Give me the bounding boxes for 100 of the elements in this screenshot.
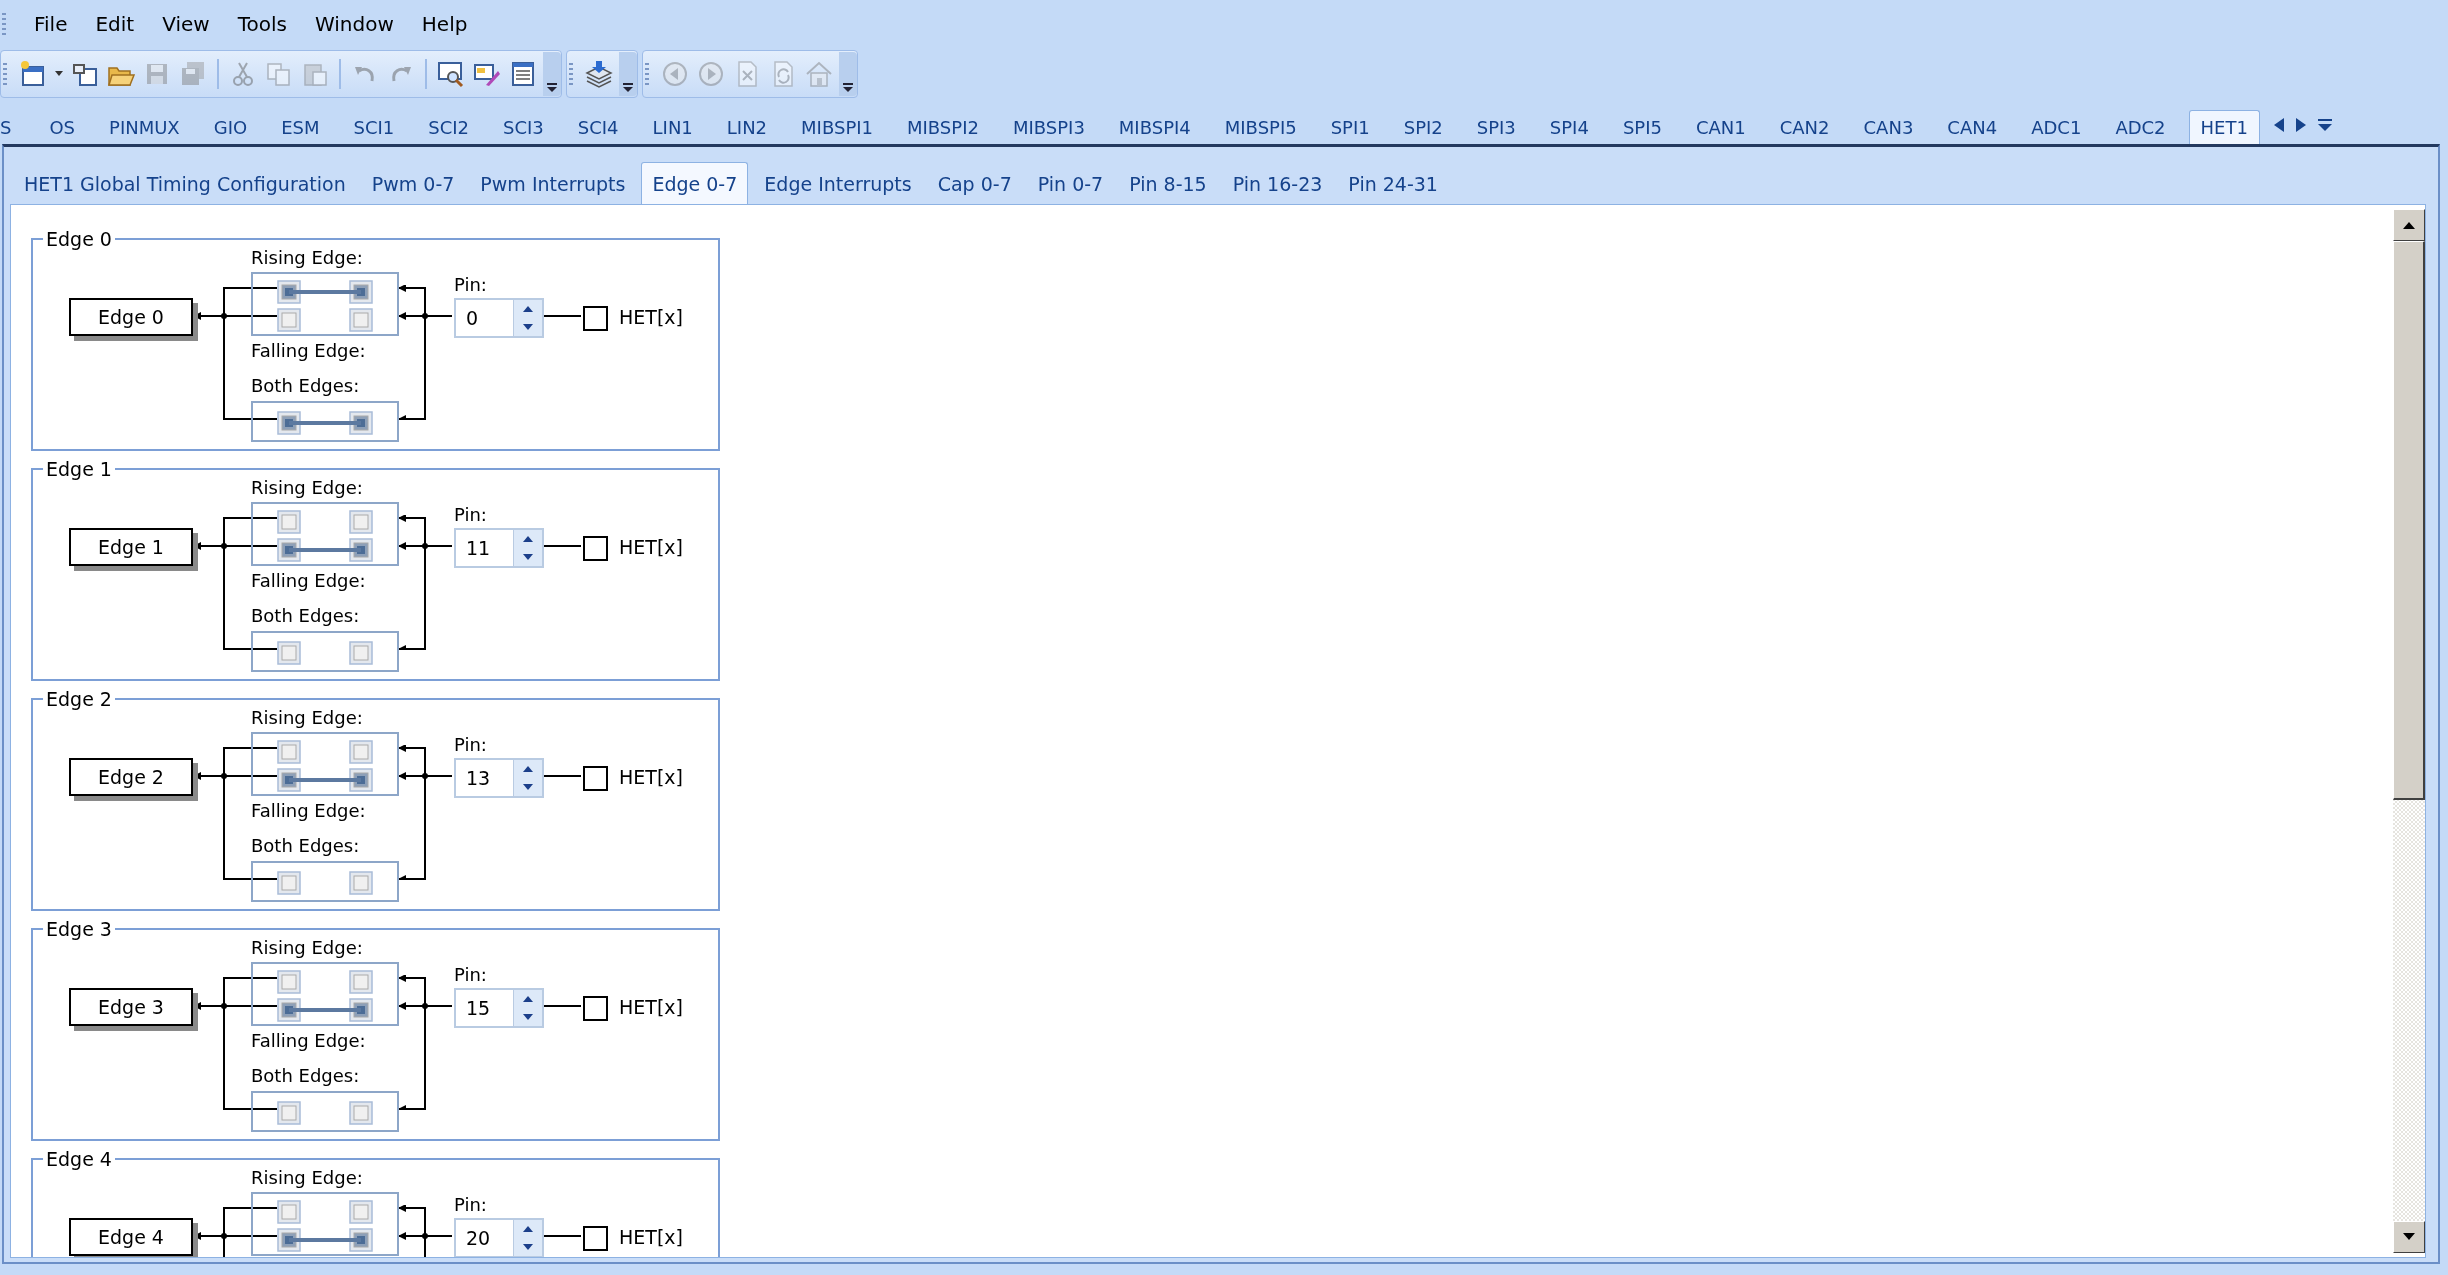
module-tab[interactable]: SCI4: [566, 111, 630, 144]
scroll-right-icon[interactable]: [2295, 118, 2306, 132]
module-tab[interactable]: SCI2: [417, 111, 480, 144]
pin-value[interactable]: 20: [456, 1220, 513, 1256]
module-tab[interactable]: SPI3: [1465, 111, 1527, 144]
module-tab[interactable]: SCI3: [492, 111, 555, 144]
grip-icon[interactable]: [3, 63, 7, 85]
field-label: Both Edges:: [251, 834, 360, 858]
sub-tab[interactable]: Pwm 0-7: [361, 163, 465, 204]
switch-toggle[interactable]: [277, 740, 373, 764]
module-tab[interactable]: LIN1: [641, 111, 704, 144]
pin-spinner[interactable]: 11: [454, 528, 544, 568]
menu-item[interactable]: File: [20, 12, 82, 36]
module-tab[interactable]: ADC1: [2020, 111, 2093, 144]
module-tab[interactable]: SPI5: [1611, 111, 1673, 144]
junction-dot: [422, 543, 428, 549]
menu-item[interactable]: Edit: [81, 12, 149, 36]
sub-tab[interactable]: Pin 0-7: [1027, 163, 1114, 204]
menu-item[interactable]: Tools: [223, 12, 301, 36]
menu-item[interactable]: View: [148, 12, 224, 36]
connector-arrow: [397, 515, 425, 522]
module-tab[interactable]: OS: [38, 111, 87, 144]
switch-toggle[interactable]: [277, 998, 373, 1022]
module-tab[interactable]: SPI4: [1538, 111, 1600, 144]
pin-value[interactable]: 11: [456, 530, 513, 566]
scroll-down-button[interactable]: [2393, 1221, 2425, 1253]
module-tab[interactable]: MIBSPI3: [1001, 111, 1096, 144]
connector-line: [224, 648, 278, 650]
overflow-icon[interactable]: [619, 52, 637, 96]
module-tab[interactable]: GIO: [202, 111, 259, 144]
switch-toggle[interactable]: [277, 280, 373, 304]
pin-spinner[interactable]: 15: [454, 988, 544, 1028]
menu-item[interactable]: Window: [300, 12, 408, 36]
connector-line: [224, 1108, 278, 1110]
menu-item[interactable]: Help: [407, 12, 482, 36]
sub-tab[interactable]: Edge 0-7: [641, 162, 749, 204]
connector-line: [224, 775, 278, 777]
sub-tab[interactable]: HET1 Global Timing Configuration: [14, 163, 356, 204]
tab-list-icon[interactable]: [2317, 118, 2332, 132]
module-tab[interactable]: SPI1: [1319, 111, 1381, 144]
sub-tab[interactable]: Pwm Interrupts: [470, 163, 636, 204]
scroll-up-button[interactable]: [2393, 209, 2425, 241]
module-tab[interactable]: MIBSPI5: [1213, 111, 1308, 144]
overflow-icon[interactable]: [543, 52, 561, 96]
field-label: Rising Edge:: [251, 1166, 363, 1190]
scroll-left-icon[interactable]: [2273, 118, 2284, 132]
switch-toggle[interactable]: [277, 641, 373, 665]
module-tab[interactable]: ESM: [270, 111, 331, 144]
connector-line: [542, 775, 582, 777]
switch-toggle[interactable]: [277, 510, 373, 534]
checkbox[interactable]: [583, 766, 608, 791]
module-tab[interactable]: PINMUX: [98, 111, 191, 144]
module-tab[interactable]: MIBSPI1: [790, 111, 884, 144]
grip-icon[interactable]: [2, 13, 6, 35]
sub-tab[interactable]: Pin 24-31: [1338, 163, 1448, 204]
sub-tab[interactable]: Pin 8-15: [1119, 163, 1217, 204]
module-tab[interactable]: SCI1: [342, 111, 406, 144]
overflow-icon[interactable]: [839, 52, 857, 96]
module-tab[interactable]: CAN2: [1768, 111, 1841, 144]
pin-value[interactable]: 13: [456, 760, 513, 796]
module-tab[interactable]: CAN3: [1852, 111, 1925, 144]
pin-value[interactable]: 15: [456, 990, 513, 1026]
grip-icon[interactable]: [645, 63, 649, 85]
module-tab[interactable]: SPI2: [1392, 111, 1454, 144]
connector-line: [542, 545, 582, 547]
checkbox[interactable]: [583, 996, 608, 1021]
pin-spinner[interactable]: 20: [454, 1218, 544, 1257]
switch-toggle[interactable]: [277, 411, 373, 435]
checkbox[interactable]: [583, 536, 608, 561]
sub-tab[interactable]: Pin 16-23: [1222, 163, 1333, 204]
checkbox[interactable]: [583, 306, 608, 331]
switch-toggle[interactable]: [277, 538, 373, 562]
switch-toggle[interactable]: [277, 1101, 373, 1125]
checkbox-label: HET[x]: [619, 535, 683, 560]
pin-spinner[interactable]: 13: [454, 758, 544, 798]
sub-tab[interactable]: Cap 0-7: [927, 163, 1022, 204]
grip-icon[interactable]: [569, 63, 573, 85]
switch-toggle[interactable]: [277, 871, 373, 895]
switch-toggle[interactable]: [277, 1228, 373, 1252]
field-label: Falling Edge:: [251, 799, 366, 823]
connector-line: [224, 517, 278, 519]
switch-toggle[interactable]: [277, 1200, 373, 1224]
connector-arrow: [397, 772, 425, 780]
checkbox[interactable]: [583, 1226, 608, 1251]
scroll-thumb[interactable]: [2393, 241, 2425, 800]
module-tab[interactable]: ADC2: [2104, 111, 2177, 144]
switch-toggle[interactable]: [277, 970, 373, 994]
field-label: Pin:: [454, 733, 487, 757]
module-tab[interactable]: LIN2: [715, 111, 779, 144]
module-tab[interactable]: CAN4: [1936, 111, 2009, 144]
module-tab[interactable]: MIBSPI2: [896, 111, 990, 144]
switch-toggle[interactable]: [277, 768, 373, 792]
module-tab[interactable]: HET1: [2188, 110, 2260, 144]
pin-spinner[interactable]: 0: [454, 298, 544, 338]
module-tab[interactable]: S: [0, 111, 23, 144]
module-tab[interactable]: CAN1: [1684, 111, 1757, 144]
module-tab[interactable]: MIBSPI4: [1107, 111, 1202, 144]
pin-value[interactable]: 0: [456, 300, 513, 336]
switch-toggle[interactable]: [277, 308, 373, 332]
sub-tab[interactable]: Edge Interrupts: [754, 163, 922, 204]
